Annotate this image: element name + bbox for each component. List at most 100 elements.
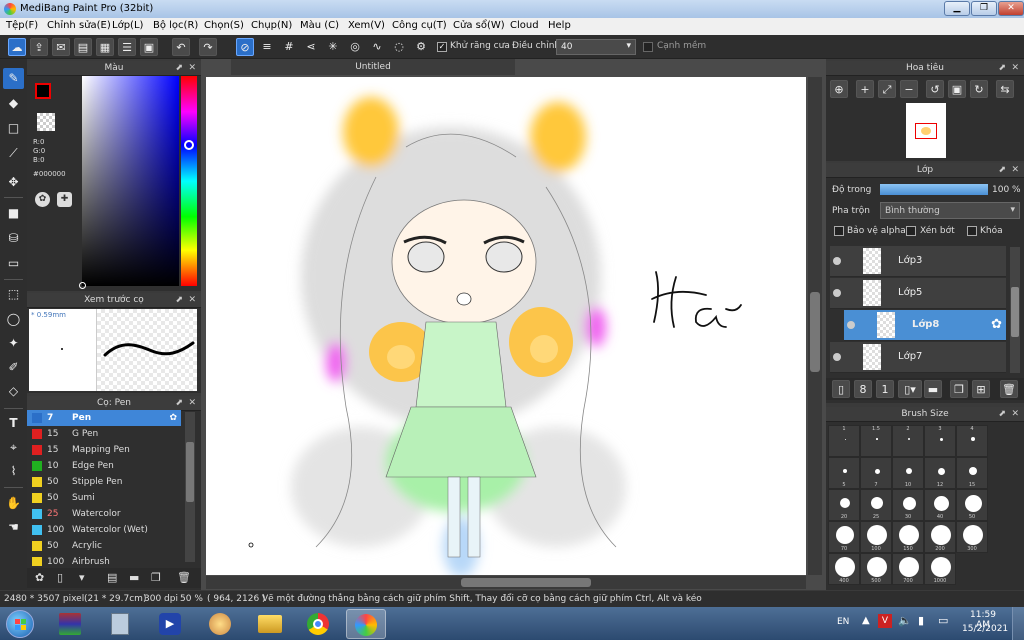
brush-size-option[interactable]: 5	[828, 457, 860, 489]
visibility-icon[interactable]	[847, 321, 855, 329]
palette-icon[interactable]: ✿	[35, 192, 50, 207]
divide-tool-icon[interactable]: ⌖	[3, 437, 24, 458]
clock-date[interactable]: 15/2/2021	[962, 624, 1008, 634]
popout-icon[interactable]: ⬈	[175, 61, 183, 75]
saturation-value-picker[interactable]	[79, 76, 179, 289]
brush-size-option[interactable]: 200	[924, 521, 956, 553]
volume-icon[interactable]: 🔈	[898, 614, 912, 627]
snap-off-icon[interactable]: ⊘	[236, 38, 254, 56]
new-layer-icon[interactable]: ▯	[832, 380, 850, 398]
circle-snap-icon[interactable]: ◎	[346, 38, 364, 56]
protect-alpha-checkbox[interactable]	[834, 226, 844, 236]
brush-size-option[interactable]: 100	[860, 521, 892, 553]
menu-color[interactable]: Màu (C)	[300, 20, 339, 31]
brush-list-item[interactable]: 50 Stipple Pen	[27, 474, 181, 490]
menu-layer[interactable]: Lớp(L)	[112, 20, 143, 31]
layer-row[interactable]: Lớp7	[830, 342, 1006, 373]
maximize-button[interactable]: ❐	[971, 1, 997, 16]
layer-row[interactable]: Lớp8 ✿	[844, 310, 1006, 341]
brush-list-item[interactable]: 100 Airbrush	[27, 554, 181, 566]
graduation-tool-icon[interactable]: ⟋	[3, 143, 24, 164]
brush-list-item[interactable]: 100 Watercolor (Wet)	[27, 522, 181, 538]
start-button[interactable]	[6, 610, 34, 638]
medibang-taskbar-icon[interactable]	[346, 609, 386, 639]
pan-tool-icon[interactable]: ☚	[3, 517, 24, 538]
popout-icon[interactable]: ⬈	[998, 61, 1006, 75]
zoom-out-icon[interactable]: −	[900, 80, 918, 98]
popout-icon[interactable]: ⬈	[175, 293, 183, 307]
select-eraser-icon[interactable]: ◇	[3, 381, 24, 402]
popout-icon[interactable]: ⬈	[998, 407, 1006, 421]
brush-copy-icon[interactable]: ▤	[107, 571, 117, 584]
blend-mode-dropdown[interactable]: Bình thường ▾	[880, 202, 1020, 219]
close-icon[interactable]: ✕	[188, 61, 196, 75]
chrome-icon[interactable]	[298, 609, 338, 639]
move-tool-icon[interactable]: ✥	[3, 172, 24, 193]
show-desktop-button[interactable]	[1012, 607, 1024, 640]
language-indicator[interactable]: EN	[837, 617, 849, 627]
rotate-right-icon[interactable]: ↻	[970, 80, 988, 98]
visibility-icon[interactable]	[833, 257, 841, 265]
new-brush-icon[interactable]: ▯	[57, 571, 63, 584]
redo-icon[interactable]: ↷	[199, 38, 217, 56]
close-icon[interactable]: ✕	[188, 293, 196, 307]
gear-icon[interactable]: ✿	[991, 317, 1002, 332]
minimize-button[interactable]: ▁	[944, 1, 970, 16]
brush-size-option[interactable]: 20	[828, 489, 860, 521]
document-tab[interactable]: Untitled	[231, 59, 515, 75]
undo-icon[interactable]: ↶	[172, 38, 190, 56]
hand-tool-icon[interactable]: ✋	[3, 493, 24, 514]
menu-capture[interactable]: Chụp(N)	[251, 20, 292, 31]
zoom-fit-icon[interactable]: ⊕	[830, 80, 848, 98]
brush-size-option[interactable]: 300	[956, 521, 988, 553]
explorer-icon[interactable]	[250, 609, 290, 639]
brush-size-option[interactable]: 7	[860, 457, 892, 489]
palette-add-icon[interactable]: ✚	[57, 192, 72, 207]
popout-icon[interactable]: ⬈	[998, 163, 1006, 177]
settings-snap-icon[interactable]: ⚙	[412, 38, 430, 56]
brush-size-option[interactable]: 1	[828, 425, 860, 457]
brush-settings-icon[interactable]: ✿	[35, 571, 44, 584]
flip-icon[interactable]: ⇆	[996, 80, 1014, 98]
bucket-icon[interactable]: ⛁	[3, 228, 24, 249]
brush-list-item[interactable]: 7 Pen ✿	[27, 410, 181, 426]
menu-file[interactable]: Tệp(F)	[6, 20, 38, 31]
visibility-icon[interactable]	[833, 289, 841, 297]
page-icon[interactable]: ▦	[96, 38, 114, 56]
cloud-icon[interactable]: ☁	[8, 38, 26, 56]
brush-tool-icon[interactable]: ✎	[3, 68, 24, 89]
menu-cloud[interactable]: Cloud	[510, 20, 539, 31]
vertical-scrollbar[interactable]	[808, 77, 822, 575]
brush-size-option[interactable]: 50	[956, 489, 988, 521]
brush-size-option[interactable]: 15	[956, 457, 988, 489]
eraser-tool-icon[interactable]: ◆	[3, 93, 24, 114]
add-brush-icon[interactable]: ▾	[79, 571, 85, 584]
antivirus-icon[interactable]: V	[878, 614, 892, 628]
chat-icon[interactable]: ✉	[52, 38, 70, 56]
menu-help[interactable]: Help	[548, 20, 571, 31]
brush-list-item[interactable]: 10 Edge Pen	[27, 458, 181, 474]
opacity-slider[interactable]	[880, 184, 988, 195]
grid-icon[interactable]: ▣	[140, 38, 158, 56]
new-layer-8bit-icon[interactable]: 8	[854, 380, 872, 398]
menu-edit[interactable]: Chỉnh sửa(E)	[47, 20, 111, 31]
brush-list-item[interactable]: 25 Watercolor	[27, 506, 181, 522]
brush-list-scrollbar[interactable]	[185, 412, 195, 562]
new-layer-1bit-icon[interactable]: 1	[876, 380, 894, 398]
brush-size-option[interactable]: 4	[956, 425, 988, 457]
strength-dropdown[interactable]: 40 ▾	[556, 39, 636, 55]
paint-icon[interactable]	[200, 609, 240, 639]
brush-list-item[interactable]: 50 Acrylic	[27, 538, 181, 554]
clipping-checkbox[interactable]	[906, 226, 916, 236]
popout-icon[interactable]: ⬈	[175, 396, 183, 410]
soft-edge-checkbox[interactable]	[643, 42, 653, 52]
gradient-icon[interactable]: ▭	[3, 253, 24, 274]
drawing-canvas[interactable]	[206, 77, 806, 575]
merge-layer-icon[interactable]: ⊞	[972, 380, 990, 398]
brush-size-option[interactable]: 1.5	[860, 425, 892, 457]
comment-icon[interactable]: ▤	[74, 38, 92, 56]
media-player-icon[interactable]: ▶	[150, 609, 190, 639]
list-icon[interactable]: ☰	[118, 38, 136, 56]
select-rect-icon[interactable]: ⬚	[3, 284, 24, 305]
add-layer-menu-icon[interactable]: ▯▾	[898, 380, 922, 398]
